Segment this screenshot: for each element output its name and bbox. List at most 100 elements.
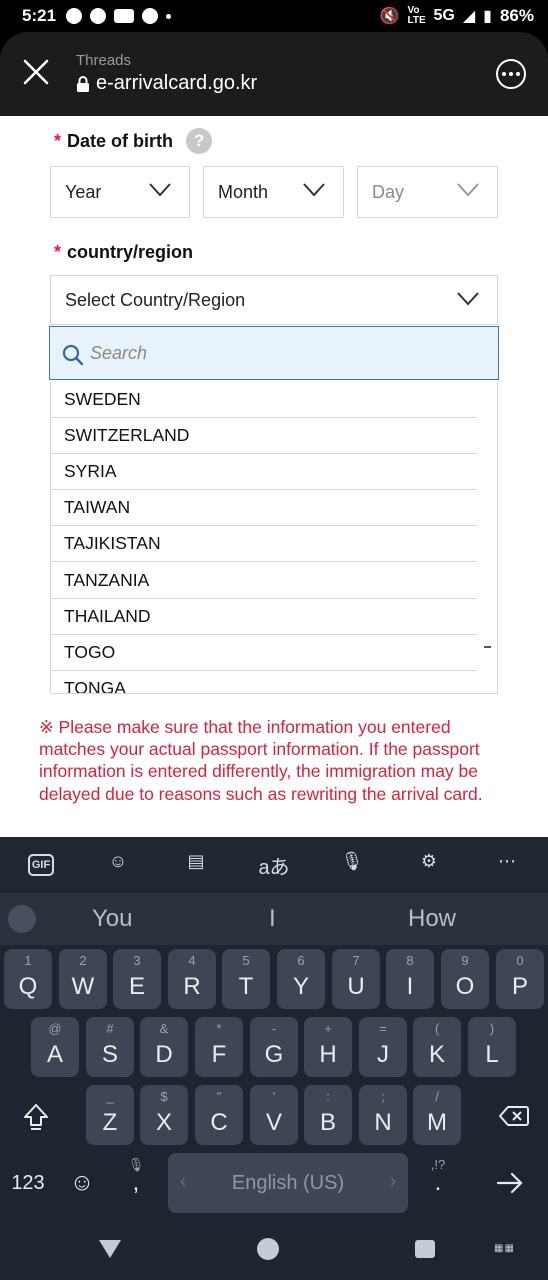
dob-label: Date of birth [67,130,174,151]
key-t[interactable]: 5T [222,949,270,1009]
recents-icon[interactable] [415,1240,435,1258]
key-w-label: W [71,973,95,1000]
country-search-input[interactable]: Search [49,326,499,380]
microphone-icon: 🎙 [127,1157,145,1172]
microphone-icon[interactable]: 🎙 [338,851,366,879]
key-w[interactable]: 2W [59,949,107,1009]
url-text: e-arrivalcard.go.kr [96,72,258,94]
list-scrollbar[interactable] [484,646,491,648]
key-q-sec: 1 [24,953,32,968]
key-v[interactable]: ' V [250,1085,298,1145]
key-h-sec: + [324,1021,332,1036]
more-options-button[interactable] [496,59,526,89]
passport-warning: ※ Please make sure that the information … [39,717,483,804]
translate-icon[interactable]: aあ [258,851,290,879]
help-icon[interactable]: ? [186,128,213,154]
key-c-sec: " [216,1089,222,1104]
keyboard-hide-icon[interactable]: ▦▦ [494,1243,515,1254]
list-item[interactable]: SWITZERLAND [51,418,477,455]
enter-key[interactable] [482,1153,538,1213]
cloud-icon [142,8,159,24]
country-select[interactable]: Select Country/Region [50,275,498,325]
key-m-sec: / [435,1089,439,1104]
backspace-key[interactable] [486,1085,542,1145]
key-f-label: F [211,1041,227,1068]
key-r[interactable]: 4R [168,949,216,1009]
key-h-label: H [319,1041,337,1068]
key-l[interactable]: ) L [468,1017,516,1077]
year-select[interactable]: Year [50,166,190,218]
more-notifications-icon [166,13,172,19]
list-item[interactable]: SWEDEN [51,382,477,419]
key-f[interactable]: * F [195,1017,243,1077]
keyboard: GIF ☺ ▤ aあ 🎙 ⚙ ⋯ You I How 1Q 2W 3E 4R 5… [0,837,548,1280]
shift-key[interactable] [8,1085,64,1145]
key-o-label: O [455,973,475,1000]
key-s[interactable]: # S [86,1017,134,1077]
key-u[interactable]: 7U [332,949,380,1009]
suggestion-3[interactable]: How [408,905,456,933]
home-icon[interactable] [257,1238,279,1260]
suggestion-1[interactable]: You [92,905,133,933]
chevron-down-icon[interactable] [8,905,36,933]
list-item[interactable]: TAIWAN [51,490,477,527]
key-x[interactable]: $ X [140,1085,188,1145]
key-e-sec: 3 [133,953,141,968]
key-n[interactable]: ; N [359,1085,407,1145]
list-item[interactable]: SYRIA [51,454,477,491]
list-item[interactable]: TONGA [51,671,477,693]
period-key[interactable]: ,!?. [414,1153,462,1213]
emoji-icon: ☺ [69,1169,95,1196]
gif-icon[interactable]: GIF [28,854,54,876]
clipboard-icon[interactable]: ▤ [182,851,210,879]
key-e[interactable]: 3E [113,949,161,1009]
key-i[interactable]: 8I [386,949,434,1009]
key-b[interactable]: :B [304,1085,352,1145]
key-o[interactable]: 9O [441,949,489,1009]
key-y[interactable]: 6Y [277,949,325,1009]
list-item[interactable]: TAJIKISTAN [51,526,477,563]
chevron-down-icon [149,183,171,197]
battery-icon: ▮ [483,8,492,25]
key-m[interactable]: / M [413,1085,461,1145]
day-select-label: Day [372,181,405,202]
key-z[interactable]: _ Z [86,1085,134,1145]
key-l-sec: ) [489,1021,495,1036]
chevron-down-icon [457,183,479,197]
suggestion-bar: You I How [0,893,548,945]
comma-key[interactable]: 🎙, [112,1153,160,1213]
numbers-key[interactable]: 123 [4,1153,52,1213]
more-icon[interactable]: ⋯ [493,851,521,879]
key-c[interactable]: " C [195,1085,243,1145]
day-select[interactable]: Day [357,166,498,218]
key-a[interactable]: @ A [31,1017,79,1077]
key-d[interactable]: & D [140,1017,188,1077]
emoji-key[interactable]: ☺ [58,1153,106,1213]
browser-header: Threads e-arrivalcard.go.kr [0,32,548,116]
country-list[interactable]: SWEDEN SWITZERLAND SYRIA TAIWAN TAJIKIST… [50,382,498,694]
key-l-label: L [485,1041,499,1068]
key-p-sec: 0 [516,953,524,968]
close-icon[interactable] [20,56,52,88]
key-a-label: A [46,1041,63,1068]
suggestion-2[interactable]: I [269,905,276,933]
key-q[interactable]: 1Q [4,949,52,1009]
month-select-label: Month [218,181,269,202]
key-m-label: M [427,1109,447,1136]
settings-icon[interactable]: ⚙ [415,851,443,879]
key-h[interactable]: + H [304,1017,352,1077]
back-icon[interactable] [98,1239,122,1259]
space-key[interactable]: ‹ English (US) › [168,1153,408,1213]
list-item[interactable]: TANZANIA [51,562,477,599]
key-j[interactable]: = J [359,1017,407,1077]
sticker-icon[interactable]: ☺ [104,851,132,879]
key-t-sec: 5 [242,953,250,968]
url-bar[interactable]: e-arrivalcard.go.kr [76,72,257,95]
key-t-label: T [238,973,254,1000]
key-k[interactable]: (K [413,1017,461,1077]
key-g[interactable]: -G [250,1017,298,1077]
key-p[interactable]: 0P [496,949,544,1009]
list-item[interactable]: TOGO [51,635,477,671]
month-select[interactable]: Month [203,166,344,218]
list-item[interactable]: THAILAND [51,599,477,635]
